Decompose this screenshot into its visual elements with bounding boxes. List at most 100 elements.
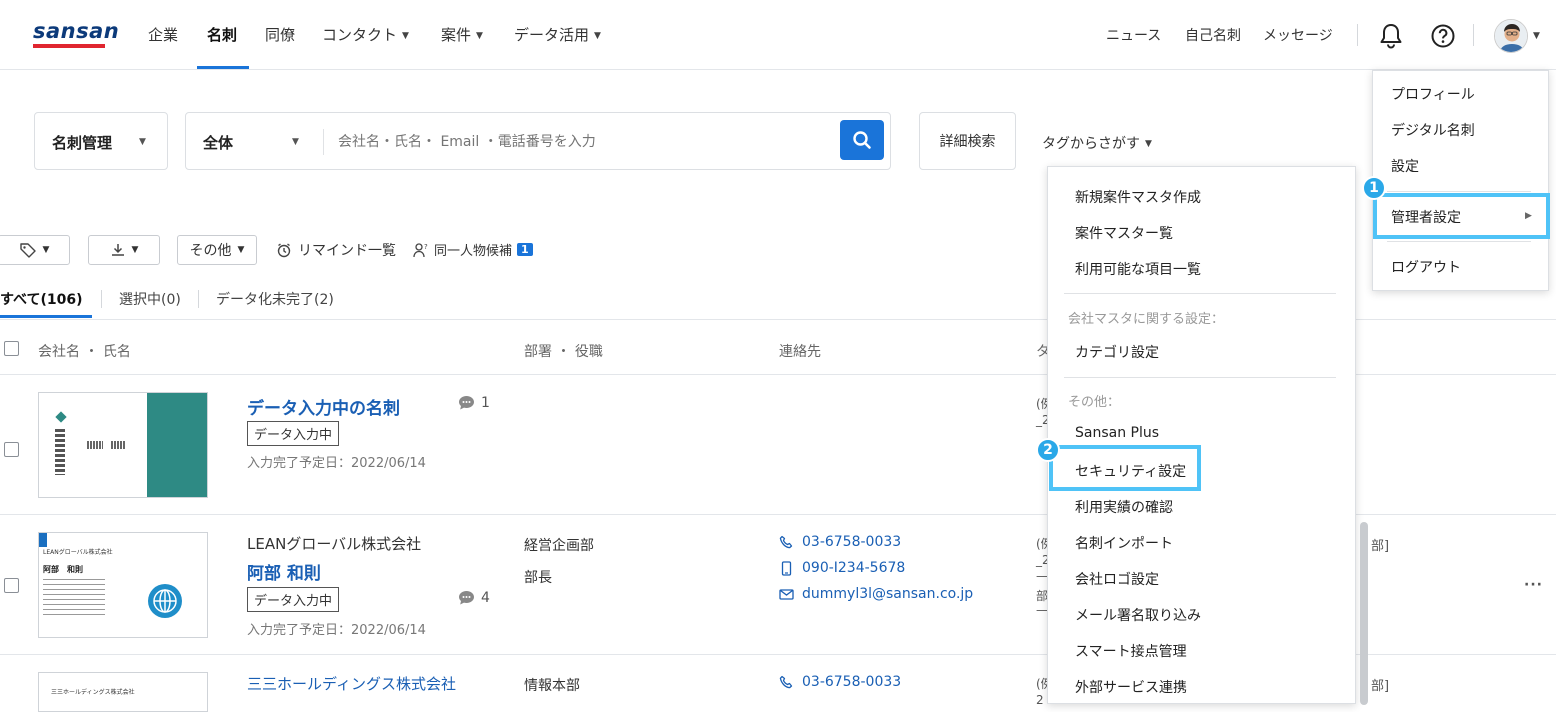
news-link[interactable]: ニュース <box>1106 25 1161 45</box>
tag-search-dropdown[interactable]: タグからさがす ▼ <box>1042 133 1152 153</box>
comment-count[interactable]: 4 <box>458 590 490 606</box>
menu-item-new-deal-master[interactable]: 新規案件マスタ作成 <box>1075 187 1201 207</box>
tag-filter-button[interactable]: ▼ <box>0 235 70 265</box>
search-box: 全体 ▼ <box>185 112 891 170</box>
status-badge: データ入力中 <box>247 421 340 446</box>
admin-settings-submenu: 新規案件マスタ作成 案件マスター覧 利用可能な項目一覧 会社マスタに関する設定：… <box>1047 166 1368 705</box>
nav-deals-label: 案件 <box>441 26 472 44</box>
tab-divider <box>101 290 102 308</box>
more-options-icon[interactable]: ··· <box>1524 577 1543 593</box>
chevron-down-icon: ▼ <box>237 245 245 255</box>
menu-item-deal-master-list[interactable]: 案件マスター覧 <box>1075 223 1173 243</box>
chevron-down-icon: ▼ <box>402 31 409 41</box>
mobile-icon <box>781 560 792 576</box>
person-name-link[interactable]: 阿部 和則 <box>247 559 321 584</box>
mail-icon <box>779 588 794 600</box>
due-date: 入力完了予定日：2022/06/14 <box>247 623 426 638</box>
chevron-down-icon: ▼ <box>131 245 139 255</box>
admin-settings-highlight <box>1373 193 1550 239</box>
col-dept-role: 部署 ・ 役職 <box>524 344 603 360</box>
card-text-lines <box>55 429 65 475</box>
tab-selected[interactable]: 選択中(0) <box>119 289 181 309</box>
chevron-down-icon: ▼ <box>476 31 483 41</box>
mobile-link[interactable]: 090-I234-5678 <box>779 560 905 576</box>
business-card-image[interactable] <box>38 392 208 498</box>
search-divider <box>323 129 324 155</box>
same-person-link[interactable]: ? 同一人物候補 1 <box>413 240 533 259</box>
phone-number: 03-6758-0033 <box>802 534 902 550</box>
business-card-image[interactable]: LEANグローバル株式会社 阿部 和則 <box>38 532 208 638</box>
menu-item-settings[interactable]: 設定 <box>1391 156 1419 176</box>
card-text-lines <box>111 441 125 449</box>
row-checkbox[interactable] <box>4 578 19 593</box>
card-teal-band <box>147 393 207 497</box>
comment-count-value: 4 <box>481 590 490 606</box>
messages-link[interactable]: メッセージ <box>1263 25 1333 45</box>
avatar-caret-icon[interactable]: ▼ <box>1533 31 1540 41</box>
phone-number: 03-6758-0033 <box>802 674 902 690</box>
menu-item-digital-card[interactable]: デジタル名刺 <box>1391 120 1475 140</box>
select-all-checkbox[interactable] <box>4 341 19 356</box>
row-checkbox[interactable] <box>4 442 19 457</box>
nav-data-utilization[interactable]: データ活用 ▼ <box>514 24 601 45</box>
comment-count-value: 1 <box>481 395 490 411</box>
header-divider <box>1473 24 1474 46</box>
menu-item-logout[interactable]: ログアウト <box>1391 257 1461 277</box>
phone-link[interactable]: 03-6758-0033 <box>779 674 901 690</box>
download-button[interactable]: ▼ <box>88 235 160 265</box>
sansan-logo[interactable]: sansan <box>33 19 119 43</box>
comment-icon <box>459 591 474 605</box>
company-name[interactable]: 三三ホールディングス株式会社 <box>247 673 456 694</box>
menu-item-available-fields[interactable]: 利用可能な項目一覧 <box>1075 259 1201 279</box>
search-button[interactable] <box>840 120 884 160</box>
search-input[interactable] <box>338 127 828 157</box>
business-card-image[interactable]: 三三ホールディングス株式会社 <box>38 672 208 712</box>
menu-item-category-settings[interactable]: カテゴリ設定 <box>1075 342 1159 362</box>
phone-icon <box>779 675 793 688</box>
submenu-scrollbar[interactable] <box>1360 522 1368 705</box>
nav-deals[interactable]: 案件 ▼ <box>441 24 483 45</box>
help-icon[interactable] <box>1430 23 1456 49</box>
globe-icon <box>148 584 182 618</box>
menu-item-smart-touchpoint[interactable]: スマート接点管理 <box>1075 641 1187 661</box>
phone-link[interactable]: 03-6758-0033 <box>779 534 901 550</box>
chevron-down-icon: ▼ <box>139 137 146 147</box>
other-actions-button[interactable]: その他 ▼ <box>177 235 257 265</box>
menu-item-company-logo[interactable]: 会社ロゴ設定 <box>1075 569 1159 589</box>
nav-business-cards[interactable]: 名刺 <box>207 24 237 45</box>
bell-icon[interactable] <box>1378 22 1404 50</box>
chevron-down-icon[interactable]: ▼ <box>292 137 299 147</box>
menu-item-email-signature[interactable]: メール署名取り込み <box>1075 605 1201 625</box>
card-corner-mark <box>39 533 47 547</box>
menu-item-sansan-plus[interactable]: Sansan Plus <box>1075 425 1159 441</box>
alarm-clock-icon <box>277 243 291 258</box>
menu-divider <box>1064 293 1336 294</box>
tag-text-right: 部] <box>1371 679 1390 694</box>
department: 情報本部 <box>524 678 580 694</box>
card-text-lines <box>43 579 105 619</box>
menu-item-profile[interactable]: プロフィール <box>1391 84 1475 104</box>
card-title-link[interactable]: データ入力中の名刺 <box>247 394 400 419</box>
remind-list-link[interactable]: リマインド一覧 <box>276 240 396 260</box>
advanced-search-button[interactable]: 詳細検索 <box>919 112 1016 170</box>
same-person-count-badge: 1 <box>517 243 533 256</box>
email-link[interactable]: dummyl3l@sansan.co.jp <box>779 586 973 602</box>
nav-colleagues[interactable]: 同僚 <box>265 24 295 45</box>
nav-contacts[interactable]: コンタクト ▼ <box>322 24 409 45</box>
menu-item-card-import[interactable]: 名刺インポート <box>1075 533 1173 553</box>
phone-icon <box>779 535 793 548</box>
tab-incomplete[interactable]: データ化未完了(2) <box>216 289 334 309</box>
comment-count[interactable]: 1 <box>458 395 490 411</box>
my-card-link[interactable]: 自己名刺 <box>1185 25 1241 45</box>
scope-select-value[interactable]: 全体 <box>203 132 233 153</box>
nav-companies[interactable]: 企業 <box>148 24 178 45</box>
menu-item-external-services[interactable]: 外部サービス連携 <box>1075 677 1187 697</box>
header-divider <box>1357 24 1358 46</box>
menu-item-usage-report[interactable]: 利用実績の確認 <box>1075 497 1173 517</box>
mode-select[interactable]: 名刺管理 ▼ <box>34 112 168 170</box>
tab-all[interactable]: すべて(106) <box>0 289 82 309</box>
download-icon <box>111 244 124 256</box>
avatar[interactable] <box>1494 19 1528 53</box>
company-name[interactable]: LEANグローバル株式会社 <box>247 533 421 554</box>
chevron-down-icon: ▼ <box>594 31 601 41</box>
